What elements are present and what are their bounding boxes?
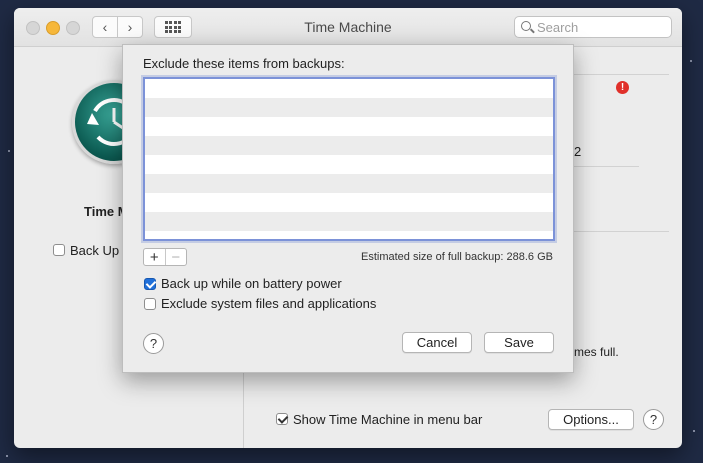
list-row[interactable] xyxy=(145,98,553,117)
battery-power-checkbox[interactable] xyxy=(144,278,157,290)
list-row[interactable] xyxy=(145,174,553,193)
show-in-menubar-label: Show Time Machine in menu bar xyxy=(293,412,483,427)
sheet-help-button[interactable]: ? xyxy=(143,333,164,354)
list-row[interactable] xyxy=(145,136,553,155)
back-up-automatically-checkbox[interactable] xyxy=(53,244,65,256)
warning-icon: ! xyxy=(616,81,629,94)
estimated-size-label: Estimated size of full backup: 288.6 GB xyxy=(361,251,553,263)
add-item-button[interactable]: + xyxy=(144,249,165,266)
save-button[interactable]: Save xyxy=(484,332,554,353)
list-row[interactable] xyxy=(145,155,553,174)
cancel-button[interactable]: Cancel xyxy=(402,332,472,353)
excluded-items-list[interactable] xyxy=(143,77,555,241)
battery-power-label: Back up while on battery power xyxy=(161,276,342,291)
background-star xyxy=(693,430,695,432)
background-star xyxy=(8,150,10,152)
remove-item-button[interactable]: − xyxy=(164,249,187,266)
right-pane-divider xyxy=(559,74,669,75)
titlebar: ‹ › Time Machine xyxy=(14,8,682,47)
search-input[interactable] xyxy=(537,19,665,35)
show-in-menubar-checkbox[interactable] xyxy=(276,413,289,425)
exclude-items-sheet: Exclude these items from backups: + − Es… xyxy=(122,44,574,373)
search-icon xyxy=(521,21,531,31)
list-row[interactable] xyxy=(145,79,553,98)
add-remove-control: + − xyxy=(143,248,187,266)
list-row[interactable] xyxy=(145,231,553,239)
exclude-system-files-label: Exclude system files and applications xyxy=(161,296,377,311)
checkmark-icon xyxy=(277,413,289,424)
options-button[interactable]: Options... xyxy=(548,409,634,430)
list-row[interactable] xyxy=(145,212,553,231)
partial-text: 2 xyxy=(574,144,582,159)
back-up-automatically-label: Back Up xyxy=(70,243,120,258)
checkmark-icon xyxy=(145,278,157,289)
sheet-heading: Exclude these items from backups: xyxy=(143,56,345,71)
background-star xyxy=(690,60,692,62)
list-row[interactable] xyxy=(145,117,553,136)
search-field[interactable] xyxy=(514,16,672,38)
list-row[interactable] xyxy=(145,193,553,212)
help-button[interactable]: ? xyxy=(643,409,664,430)
right-pane-divider xyxy=(559,231,669,232)
background-star xyxy=(6,455,8,457)
exclude-system-files-checkbox[interactable] xyxy=(144,298,156,310)
partial-disk-full-text: mes full. xyxy=(574,345,619,359)
